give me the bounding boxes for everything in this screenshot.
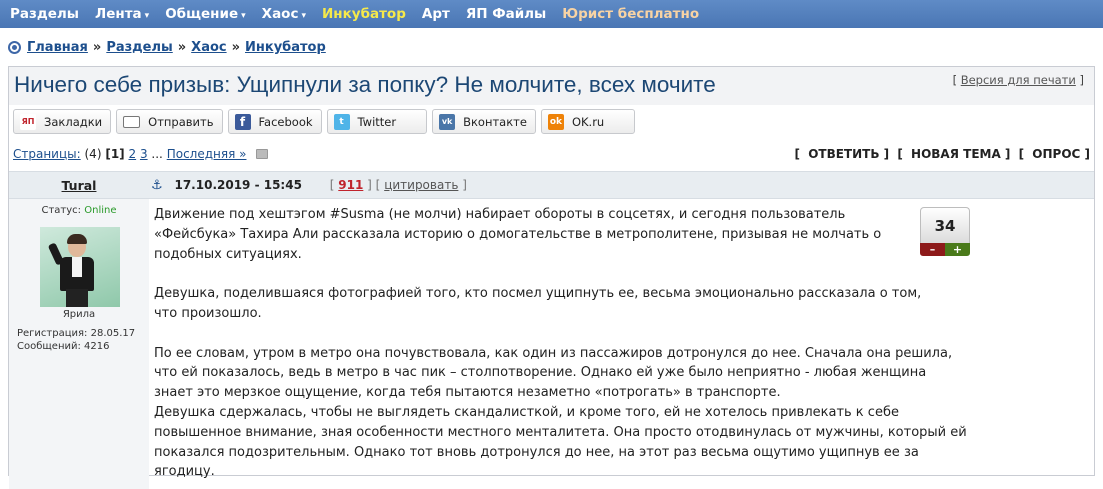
pagination: Страницы: (4) [1] 2 3 ... Последняя »	[13, 147, 269, 161]
vk-button[interactable]: vk Вконтакте	[432, 109, 536, 134]
breadcrumb: Главная » Разделы » Хаос » Инкубатор	[8, 40, 326, 55]
chevron-down-icon: ▾	[301, 11, 306, 21]
author-stats: Регистрация: 28.05.17 Сообщений: 4216	[17, 327, 135, 353]
breadcrumb-separator: »	[92, 40, 102, 55]
nav-item-files[interactable]: ЯП Файлы	[466, 6, 546, 22]
author-status: Статус: Online	[41, 205, 117, 216]
post-paragraph: По ее словам, утром в метро она почувств…	[154, 345, 953, 401]
page-title: Ничего себе призыв: Ущипнули за попку? Н…	[14, 72, 716, 97]
post-paragraph: Девушка, поделившаяся фотографией того, …	[154, 286, 922, 321]
post-number-link[interactable]: 911	[338, 178, 363, 192]
rating-minus-button[interactable]: –	[920, 243, 945, 256]
print-version: [ Версия для печати ]	[952, 73, 1084, 87]
topic-actions: [ ОТВЕТИТЬ ] [ НОВАЯ ТЕМА ] [ ОПРОС ]	[791, 147, 1090, 161]
facebook-icon: f	[234, 113, 251, 130]
breadcrumb-separator: »	[231, 40, 241, 55]
bookmarks-button[interactable]: ЯП Закладки	[13, 109, 112, 134]
poll-button[interactable]: [ ОПРОС ]	[1019, 147, 1090, 161]
registration-date: Регистрация: 28.05.17	[17, 328, 136, 339]
post-author: Tural	[9, 178, 149, 193]
rating-value: 34	[920, 207, 970, 243]
quote-link[interactable]: цитировать	[384, 178, 458, 192]
pages-count: (4)	[84, 147, 102, 161]
anchor-icon[interactable]: ⚓	[151, 178, 163, 193]
send-button[interactable]: Отправить	[116, 109, 223, 134]
page-jump-icon[interactable]	[256, 149, 269, 159]
twitter-button[interactable]: t Twitter	[326, 109, 428, 134]
chevron-down-icon: ▾	[144, 11, 150, 21]
top-nav: Разделы Лента ▾ Общение ▾ Хаос ▾ Инкубатор …	[0, 0, 1103, 28]
share-bar: ЯП Закладки Отправить f Facebook t Twitt…	[13, 109, 640, 134]
post-meta: ⚓ 17.10.2019 - 15:45 [ 911 ] [ цитироват…	[151, 178, 467, 193]
pager-row: Страницы: (4) [1] 2 3 ... Последняя » [ …	[13, 147, 1090, 163]
twitter-icon: t	[333, 113, 350, 130]
page-link-3[interactable]: 3	[140, 147, 148, 161]
last-page-link[interactable]: Последняя »	[167, 147, 247, 161]
online-badge: Online	[84, 205, 117, 216]
breadcrumb-separator: »	[177, 40, 187, 55]
post-date: 17.10.2019 - 15:45	[174, 178, 302, 192]
pages-ellipsis: ...	[151, 147, 163, 161]
author-link[interactable]: Tural	[62, 178, 97, 193]
nav-item-feed[interactable]: Лента ▾	[95, 6, 149, 22]
author-panel: Статус: Online Ярила Регистрация: 28.05.…	[9, 199, 149, 489]
post-body: Движение под хештэгом #Susma (не молчи) …	[154, 205, 984, 482]
nav-item-chaos[interactable]: Хаос ▾	[262, 6, 306, 22]
page-link-2[interactable]: 2	[128, 147, 136, 161]
rating-plus-button[interactable]: +	[945, 243, 970, 256]
yap-icon: ЯП	[20, 113, 36, 130]
nav-item-lawyer[interactable]: Юрист бесплатно	[562, 6, 699, 22]
pages-label[interactable]: Страницы:	[13, 147, 81, 161]
post-header: Tural ⚓ 17.10.2019 - 15:45 [ 911 ] [ цит…	[9, 171, 1094, 199]
nav-item-talk[interactable]: Общение ▾	[165, 6, 245, 22]
topic-container: Ничего себе призыв: Ущипнули за попку? Н…	[8, 66, 1095, 489]
ok-button[interactable]: ok OK.ru	[540, 109, 636, 134]
breadcrumb-chaos[interactable]: Хаос	[191, 40, 226, 55]
facebook-button[interactable]: f Facebook	[227, 109, 322, 134]
nav-item-art[interactable]: Арт	[422, 6, 450, 22]
reply-button[interactable]: [ ОТВЕТИТЬ ]	[795, 147, 890, 161]
post-paragraph: Девушка сдержалась, чтобы не выглядеть с…	[154, 404, 967, 480]
print-version-link[interactable]: Версия для печати	[961, 73, 1076, 87]
breadcrumb-home[interactable]: Главная	[27, 40, 88, 55]
ok-icon: ok	[547, 113, 564, 130]
avatar-caption: Ярила	[62, 309, 96, 320]
new-topic-button[interactable]: [ НОВАЯ ТЕМА ]	[897, 147, 1010, 161]
vk-icon: vk	[439, 113, 456, 130]
topic-header: Ничего себе призыв: Ущипнули за попку? Н…	[9, 67, 1094, 105]
breadcrumb-icon	[8, 41, 21, 54]
avatar[interactable]	[40, 227, 120, 307]
nav-item-incubator[interactable]: Инкубатор	[322, 6, 406, 22]
nav-item-sections[interactable]: Разделы	[10, 6, 79, 22]
breadcrumb-sections[interactable]: Разделы	[106, 40, 172, 55]
current-page: [1]	[105, 147, 125, 161]
message-count: Сообщений: 4216	[17, 341, 110, 352]
chevron-down-icon: ▾	[241, 11, 246, 21]
envelope-icon	[123, 115, 141, 128]
post-paragraph: Движение под хештэгом #Susma (не молчи) …	[154, 207, 882, 262]
breadcrumb-incubator[interactable]: Инкубатор	[245, 40, 326, 55]
post-rating: 34 – +	[920, 207, 970, 256]
